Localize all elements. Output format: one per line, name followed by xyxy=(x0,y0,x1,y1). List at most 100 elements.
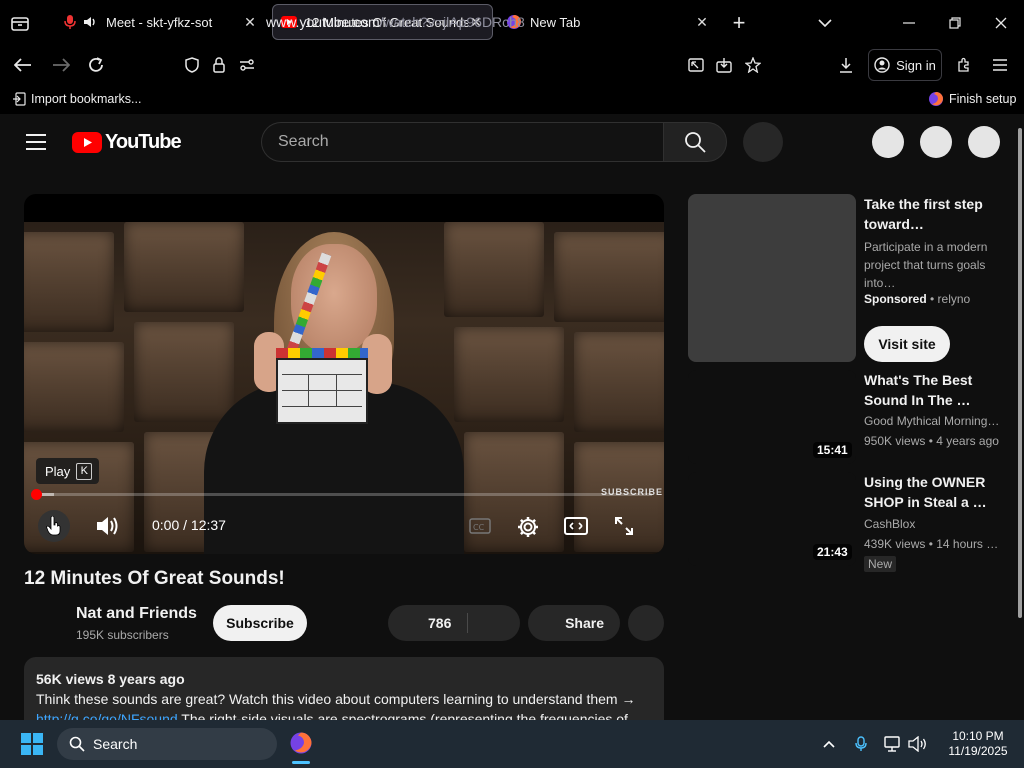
lock-icon[interactable] xyxy=(209,55,229,75)
recommended-meta: 439K views • 14 hours … xyxy=(864,537,998,551)
volume-icon[interactable] xyxy=(907,734,929,754)
like-button[interactable]: 786 xyxy=(428,615,451,631)
play-tooltip: Play K xyxy=(36,458,99,484)
new-tab-plus-icon[interactable]: + xyxy=(728,10,750,35)
windows-start-icon[interactable] xyxy=(20,732,44,756)
search-button[interactable] xyxy=(663,122,727,162)
video-player[interactable]: SUBSCRIBE xyxy=(24,194,664,554)
restore-icon[interactable] xyxy=(942,12,968,34)
tab-label: New Tab xyxy=(530,14,581,30)
volume-icon xyxy=(96,515,120,537)
system-clock[interactable]: 10:10 PM 11/19/2025 xyxy=(938,729,1018,759)
recommended-title[interactable]: What's The Best Sound In The … xyxy=(864,370,1002,410)
visit-site-button[interactable]: Visit site xyxy=(864,326,950,362)
progress-bar[interactable] xyxy=(36,493,652,496)
search-input[interactable]: Search xyxy=(261,122,664,162)
finish-setup-link[interactable]: Finish setup xyxy=(928,91,1016,107)
import-bookmarks-link[interactable]: Import bookmarks... xyxy=(12,92,141,106)
like-count: 786 xyxy=(428,615,452,631)
youtube-logo-text: YouTube xyxy=(105,131,182,153)
search-icon xyxy=(684,131,706,153)
downloads-icon[interactable] xyxy=(836,55,856,75)
shield-icon[interactable] xyxy=(182,55,202,75)
minimize-icon[interactable] xyxy=(896,12,922,34)
chevron-down-icon[interactable] xyxy=(814,12,836,34)
hand-cursor-icon xyxy=(46,516,62,536)
share-button[interactable]: Share xyxy=(528,605,620,641)
video-duration: 15:41 xyxy=(813,442,852,458)
video-title: 12 Minutes Of Great Sounds! xyxy=(24,568,285,589)
picture-in-picture-icon[interactable] xyxy=(686,55,706,75)
close-tab-icon[interactable]: ✕ xyxy=(242,14,258,30)
progress-scrubber[interactable] xyxy=(31,489,42,500)
notifications-button[interactable] xyxy=(920,126,952,158)
description-text: Think these sounds are great? Watch this… xyxy=(36,691,636,707)
tooltip-label: Play xyxy=(45,463,71,479)
recommended-title[interactable]: Using the OWNER SHOP in Steal a … xyxy=(864,472,1002,512)
avatar[interactable] xyxy=(968,126,1000,158)
video-frame: SUBSCRIBE xyxy=(24,222,664,554)
url-host: www.youtube.com xyxy=(266,14,380,30)
permissions-icon[interactable] xyxy=(237,55,257,75)
page-scrollbar[interactable] xyxy=(1018,128,1022,618)
subscribe-button[interactable]: Subscribe xyxy=(213,605,307,641)
network-icon[interactable] xyxy=(883,734,903,754)
extensions-icon[interactable] xyxy=(954,55,974,75)
bookmark-star-icon[interactable] xyxy=(743,55,763,75)
youtube-logo[interactable]: YouTube xyxy=(72,131,182,154)
time-display: 0:00 / 12:37 xyxy=(152,517,226,533)
tab-meet[interactable]: Meet - skt-yfkz-sot ✕ xyxy=(56,4,264,40)
channel-name[interactable]: Nat and Friends xyxy=(76,605,197,623)
firefox-icon xyxy=(928,91,944,107)
sign-in-button[interactable]: Sign in xyxy=(868,49,942,81)
microphone-icon[interactable] xyxy=(852,734,870,754)
ad-title[interactable]: Take the first step toward… xyxy=(864,194,1002,234)
active-app-indicator xyxy=(292,761,310,764)
back-arrow-icon[interactable] xyxy=(12,54,34,76)
captions-button[interactable]: CC xyxy=(468,515,492,537)
captions-icon: CC xyxy=(469,518,491,534)
tooltip-shortcut-key: K xyxy=(76,462,93,480)
fullscreen-button[interactable] xyxy=(612,515,636,537)
like-dislike-group: 786 xyxy=(388,605,520,641)
hamburger-menu-icon[interactable] xyxy=(990,55,1010,75)
taskbar-search-box[interactable]: Search xyxy=(57,728,277,760)
finish-setup-label: Finish setup xyxy=(949,92,1017,106)
share-label: Share xyxy=(565,615,604,631)
theater-mode-icon xyxy=(564,517,588,535)
dislike-button[interactable] xyxy=(468,605,520,641)
more-actions-button[interactable] xyxy=(628,605,664,641)
youtube-play-logo-icon xyxy=(72,132,102,153)
volume-button[interactable] xyxy=(94,512,122,540)
video-duration: 21:43 xyxy=(813,544,852,560)
tab-overview-icon[interactable] xyxy=(8,12,32,34)
clock-date: 11/19/2025 xyxy=(948,744,1008,758)
import-bookmarks-label: Import bookmarks... xyxy=(31,92,142,106)
install-app-icon[interactable] xyxy=(714,55,734,75)
search-placeholder: Search xyxy=(278,133,329,150)
taskbar-firefox-icon[interactable] xyxy=(288,730,314,756)
ad-thumbnail[interactable] xyxy=(688,194,856,362)
recommended-channel[interactable]: CashBlox xyxy=(864,515,1000,533)
create-button[interactable] xyxy=(872,126,904,158)
taskbar-search-label: Search xyxy=(93,736,138,752)
ad-sponsor-line: Sponsored • relyno xyxy=(864,292,971,306)
forward-arrow-icon[interactable] xyxy=(50,54,72,76)
bookmarks-bar: Import bookmarks... Finish setup xyxy=(0,86,1024,114)
close-tab-icon[interactable]: ✕ xyxy=(694,14,710,30)
chevron-up-icon[interactable] xyxy=(820,734,838,754)
close-window-icon[interactable] xyxy=(988,12,1014,34)
reload-icon[interactable] xyxy=(85,54,107,76)
address-bar[interactable]: www.youtube.com/watch?v=jlAp96DRch8 xyxy=(266,14,525,30)
voice-search-button[interactable] xyxy=(743,122,783,162)
theater-mode-button[interactable] xyxy=(563,515,589,537)
recommended-meta: 950K views • 4 years ago xyxy=(864,434,999,448)
play-button[interactable] xyxy=(38,510,70,542)
settings-button[interactable] xyxy=(515,514,541,540)
recommended-channel[interactable]: Good Mythical Morning… xyxy=(864,412,1000,430)
tab-new-tab[interactable]: New Tab ✕ xyxy=(500,4,716,40)
advertiser-name: relyno xyxy=(937,292,971,306)
url-path: /watch?v=jlAp96DRch8 xyxy=(379,14,525,30)
channel-subscribers: 195K subscribers xyxy=(76,628,169,642)
guide-menu-icon[interactable] xyxy=(24,130,48,154)
